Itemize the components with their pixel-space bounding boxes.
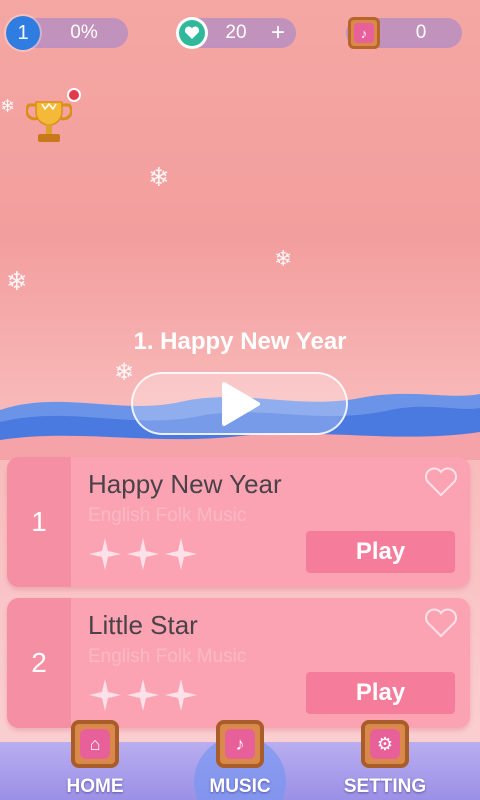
nav-home-label: HOME	[66, 776, 124, 797]
nav-setting-button[interactable]: ⚙ SETTING	[335, 720, 435, 800]
star-icon	[127, 679, 159, 711]
snowflake-icon: ❄	[0, 96, 16, 116]
home-icon: ⌂	[71, 720, 119, 768]
level-progress-text: 0%	[70, 22, 98, 43]
heart-icon	[176, 17, 208, 49]
star-icon	[165, 538, 197, 570]
star-icon	[89, 679, 121, 711]
snowflake-icon: ❄	[148, 162, 170, 192]
song-card: 2 Little Star English Folk Music Play	[7, 598, 470, 728]
featured-song-title: 1. Happy New Year	[133, 328, 347, 355]
nav-music-button[interactable]: ♪ MUSIC	[190, 720, 290, 800]
song-title: Little Star	[88, 610, 198, 640]
song-card: 1 Happy New Year English Folk Music Play	[7, 457, 470, 587]
favorite-heart-icon[interactable]	[424, 467, 458, 497]
star-rating	[88, 678, 198, 712]
song-title: Happy New Year	[88, 469, 282, 499]
featured-play-button[interactable]	[131, 372, 348, 435]
nav-music-label: MUSIC	[209, 776, 271, 797]
notification-dot	[67, 88, 81, 102]
favorite-heart-icon[interactable]	[424, 608, 458, 638]
play-icon	[221, 381, 260, 426]
star-icon	[89, 538, 121, 570]
song-number: 1	[7, 457, 71, 587]
notes-count: 0	[415, 22, 427, 43]
music-note-icon: ♪	[216, 720, 264, 768]
star-icon	[165, 679, 197, 711]
play-button[interactable]: Play	[306, 531, 455, 573]
notes-counter: ♪ 0	[346, 17, 462, 49]
music-note-icon: ♪	[348, 17, 380, 49]
song-subtitle: English Folk Music	[88, 505, 247, 526]
snowflake-icon: ❄	[274, 246, 293, 271]
hearts-counter: 20 +	[176, 17, 296, 49]
level-progress: 1 0%	[6, 16, 128, 50]
trophy-icon[interactable]	[26, 96, 72, 148]
gear-icon: ⚙	[361, 720, 409, 768]
nav-setting-label: SETTING	[343, 776, 427, 797]
snowflake-icon: ❄	[6, 266, 28, 296]
play-button[interactable]: Play	[306, 672, 455, 714]
hearts-count: 20	[225, 22, 247, 43]
star-rating	[88, 537, 198, 571]
level-badge: 1	[6, 16, 40, 50]
add-hearts-button[interactable]: +	[264, 19, 292, 47]
song-number: 2	[7, 598, 71, 728]
song-subtitle: English Folk Music	[88, 646, 247, 667]
nav-home-button[interactable]: ⌂ HOME	[45, 720, 145, 800]
star-icon	[127, 538, 159, 570]
